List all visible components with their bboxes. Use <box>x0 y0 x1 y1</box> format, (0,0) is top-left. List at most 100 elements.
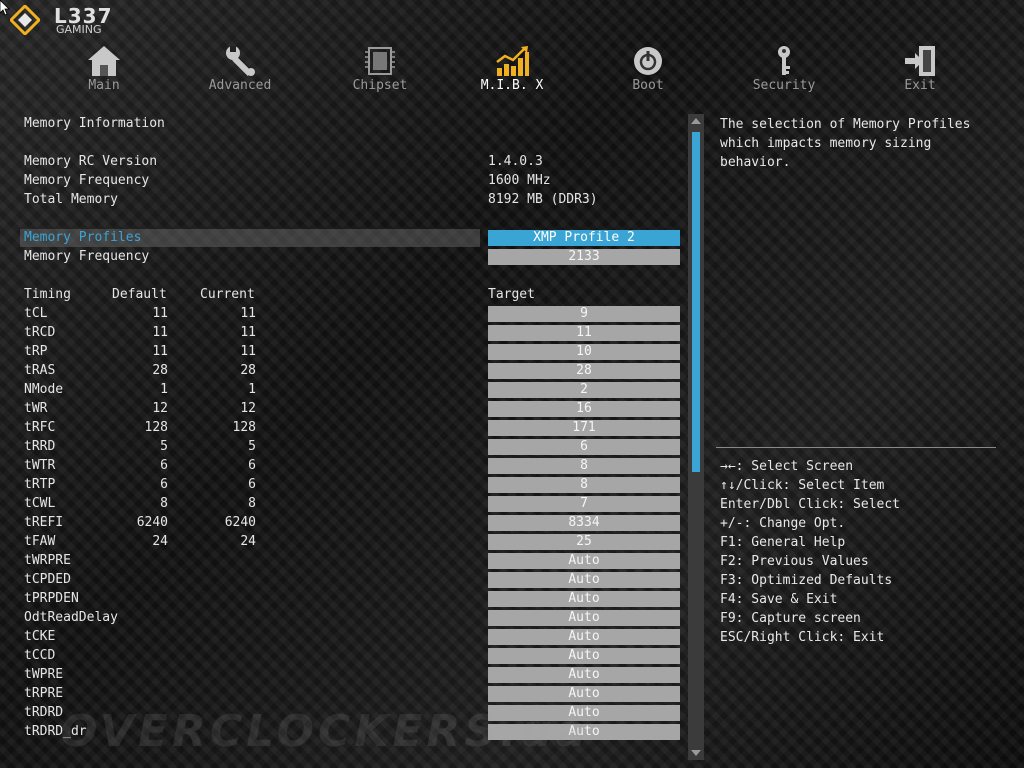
timing-target-field[interactable]: Auto <box>488 610 680 626</box>
chip-icon <box>365 47 395 75</box>
home-icon <box>88 46 120 76</box>
timing-target-field[interactable]: Auto <box>488 629 680 645</box>
memory-frequency-label: Memory Frequency <box>24 249 150 264</box>
timing-name: tCWL <box>24 496 56 511</box>
memory-rc-version-label: Memory RC Version <box>24 154 158 169</box>
timing-target-field[interactable]: 7 <box>488 496 680 512</box>
timing-name: tRCD <box>24 325 56 340</box>
timing-name: NMode <box>24 382 64 397</box>
timing-target-field[interactable]: Auto <box>488 648 680 664</box>
timing-name: tPRPDEN <box>24 591 79 606</box>
tab-main-label: Main <box>88 78 120 93</box>
help-description-line: which impacts memory sizing <box>720 136 932 151</box>
timing-name: tRPRE <box>24 686 64 701</box>
memory-profiles-select[interactable]: XMP Profile 2 <box>488 230 680 246</box>
timing-target-field[interactable]: Auto <box>488 667 680 683</box>
timing-name: tRTP <box>24 477 56 492</box>
scroll-up-arrow-icon[interactable] <box>688 116 704 126</box>
timing-target-field[interactable]: Auto <box>488 591 680 607</box>
tab-exit-label: Exit <box>904 78 936 93</box>
chart-icon <box>496 46 529 76</box>
timing-target-field[interactable]: 6 <box>488 439 680 455</box>
timing-current-value: 11 <box>240 344 256 359</box>
timing-current-value <box>196 571 256 589</box>
timing-current-value: 11 <box>240 325 256 340</box>
timing-default-value <box>108 571 168 589</box>
tab-boot-label: Boot <box>632 78 664 93</box>
tab-boot[interactable]: Boot <box>603 44 693 96</box>
scrollbar[interactable] <box>688 114 704 760</box>
tab-main[interactable]: Main <box>59 44 149 96</box>
timing-current-value: 1 <box>248 382 256 397</box>
timing-current-value <box>196 552 256 570</box>
timing-target-field[interactable]: 8334 <box>488 515 680 531</box>
timing-target-field[interactable]: Auto <box>488 572 680 588</box>
timing-default-value <box>108 647 168 665</box>
memory-profiles-label[interactable]: Memory Profiles <box>24 229 141 247</box>
tab-mib-x[interactable]: M.I.B. X <box>467 44 557 96</box>
timing-current-value <box>196 628 256 646</box>
timing-name: tRDRD <box>24 705 64 720</box>
scrollbar-thumb[interactable] <box>692 132 700 472</box>
timing-target-field[interactable]: 8 <box>488 477 680 493</box>
timing-target-field[interactable]: 11 <box>488 325 680 341</box>
tab-mib-x-label: M.I.B. X <box>480 78 544 93</box>
timing-name: tCPDED <box>24 572 71 587</box>
timing-current-value: 6240 <box>224 515 256 530</box>
timing-name: tRP <box>24 344 48 359</box>
tab-security[interactable]: Security <box>739 44 829 96</box>
tab-exit[interactable]: Exit <box>875 44 965 96</box>
timing-target-field[interactable]: 16 <box>488 401 680 417</box>
timing-target-field[interactable]: Auto <box>488 553 680 569</box>
key-help-select-item: ↑↓/Click: Select Item <box>720 478 885 493</box>
timing-default-value <box>108 628 168 646</box>
timing-name: tFAW <box>24 534 56 549</box>
tab-advanced[interactable]: Advanced <box>195 44 285 96</box>
timing-current-value: 6 <box>248 458 256 473</box>
key-help-exit: ESC/Right Click: Exit <box>720 630 885 645</box>
timing-target-field[interactable]: Auto <box>488 686 680 702</box>
key-icon <box>778 46 790 75</box>
memory-frequency-select[interactable]: 2133 <box>488 249 680 265</box>
timing-name: tWR <box>24 401 48 416</box>
timing-target-field[interactable]: 28 <box>488 363 680 379</box>
timing-target-field[interactable]: 2 <box>488 382 680 398</box>
timing-current-value <box>196 609 256 627</box>
timing-default-value: 6 <box>160 458 168 473</box>
timing-default-value: 5 <box>160 439 168 454</box>
help-description-line: The selection of Memory Profiles <box>720 117 971 132</box>
help-description-line: behavior. <box>720 155 791 170</box>
timing-default-value: 8 <box>160 496 168 511</box>
timing-default-value <box>108 685 168 703</box>
tab-chipset[interactable]: Chipset <box>335 44 425 96</box>
timing-current-value <box>196 666 256 684</box>
exit-icon <box>905 46 935 76</box>
timing-current-value: 128 <box>232 420 256 435</box>
memory-frequency-info-label: Memory Frequency <box>24 173 150 188</box>
memory-frequency-info-value: 1600 MHz <box>488 173 551 188</box>
timing-name: tCCD <box>24 648 56 663</box>
timing-name: tCL <box>24 306 48 321</box>
tab-advanced-label: Advanced <box>208 78 272 93</box>
timing-name: tWTR <box>24 458 56 473</box>
key-help-general-help: F1: General Help <box>720 535 846 550</box>
timing-target-field[interactable]: 8 <box>488 458 680 474</box>
timing-name: tCKE <box>24 629 56 644</box>
timing-target-field[interactable]: 171 <box>488 420 680 436</box>
timing-default-value: 1 <box>160 382 168 397</box>
key-help-capture-screen: F9: Capture screen <box>720 611 861 626</box>
wrench-icon <box>226 46 255 77</box>
timing-default-value <box>108 609 168 627</box>
timing-target-field[interactable]: 10 <box>488 344 680 360</box>
scroll-down-arrow-icon[interactable] <box>688 748 704 758</box>
timing-default-value: 128 <box>144 420 168 435</box>
key-help-previous-values: F2: Previous Values <box>720 554 869 569</box>
timing-default-value: 28 <box>152 363 168 378</box>
timing-current-value: 11 <box>240 306 256 321</box>
current-column-header: Current <box>200 287 255 302</box>
help-divider <box>716 447 996 448</box>
timing-target-field[interactable]: 9 <box>488 306 680 322</box>
timing-target-field[interactable]: 25 <box>488 534 680 550</box>
timing-name: tRFC <box>24 420 56 435</box>
key-help-save-exit: F4: Save & Exit <box>720 592 838 607</box>
